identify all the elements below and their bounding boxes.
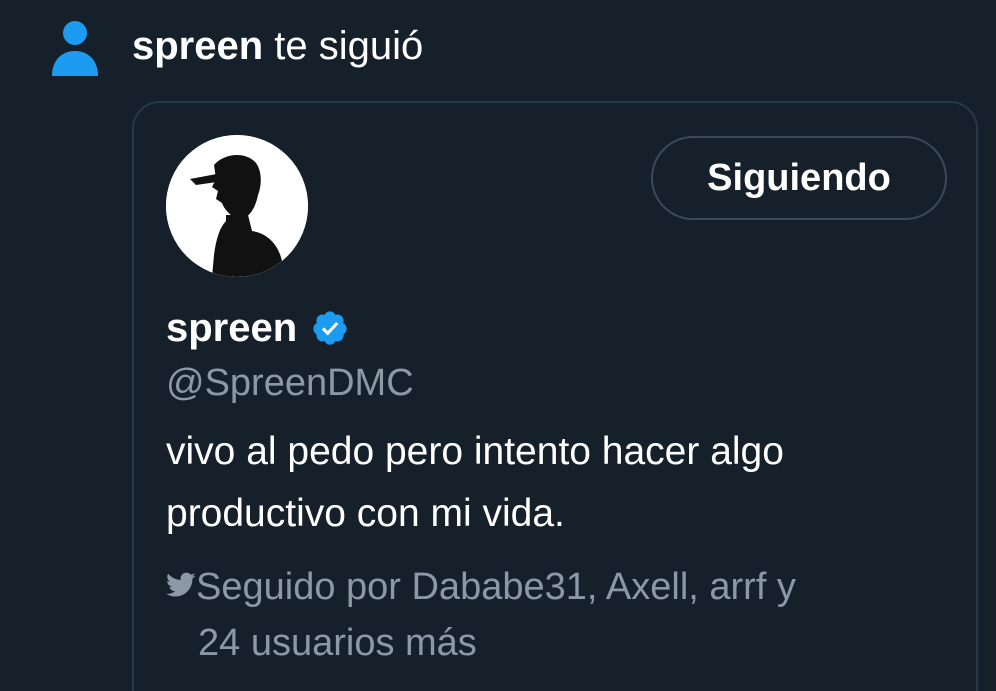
avatar[interactable]	[166, 135, 308, 277]
followed-by-line2: 24 usuarios más	[198, 622, 477, 664]
verified-badge-icon	[313, 311, 347, 345]
notification-actor[interactable]: spreen	[132, 24, 263, 68]
bird-icon	[166, 572, 196, 597]
profile-bio: vivo al pedo pero intento hacer algo pro…	[166, 430, 784, 535]
user-handle[interactable]: @SpreenDMC	[166, 359, 414, 407]
name-row: spreen	[166, 303, 349, 353]
display-name[interactable]: spreen	[166, 303, 297, 353]
notification-action: te siguió	[263, 24, 424, 68]
followed-by-text[interactable]: Seguido por Dababe31, Axell, arrf y 24 u…	[166, 559, 956, 671]
followed-by-line1: Seguido por Dababe31, Axell, arrf y	[196, 566, 796, 608]
following-button[interactable]: Siguiendo	[651, 136, 947, 220]
follow-notification[interactable]: spreen te siguió	[50, 20, 423, 76]
notification-text: spreen te siguió	[132, 21, 423, 71]
notification-page: spreen te siguió Siguiendo spreen @Spree…	[0, 0, 996, 691]
avatar-silhouette	[166, 135, 308, 277]
person-icon	[52, 21, 98, 76]
profile-card[interactable]: Siguiendo spreen @SpreenDMC vivo al pedo…	[132, 101, 978, 691]
